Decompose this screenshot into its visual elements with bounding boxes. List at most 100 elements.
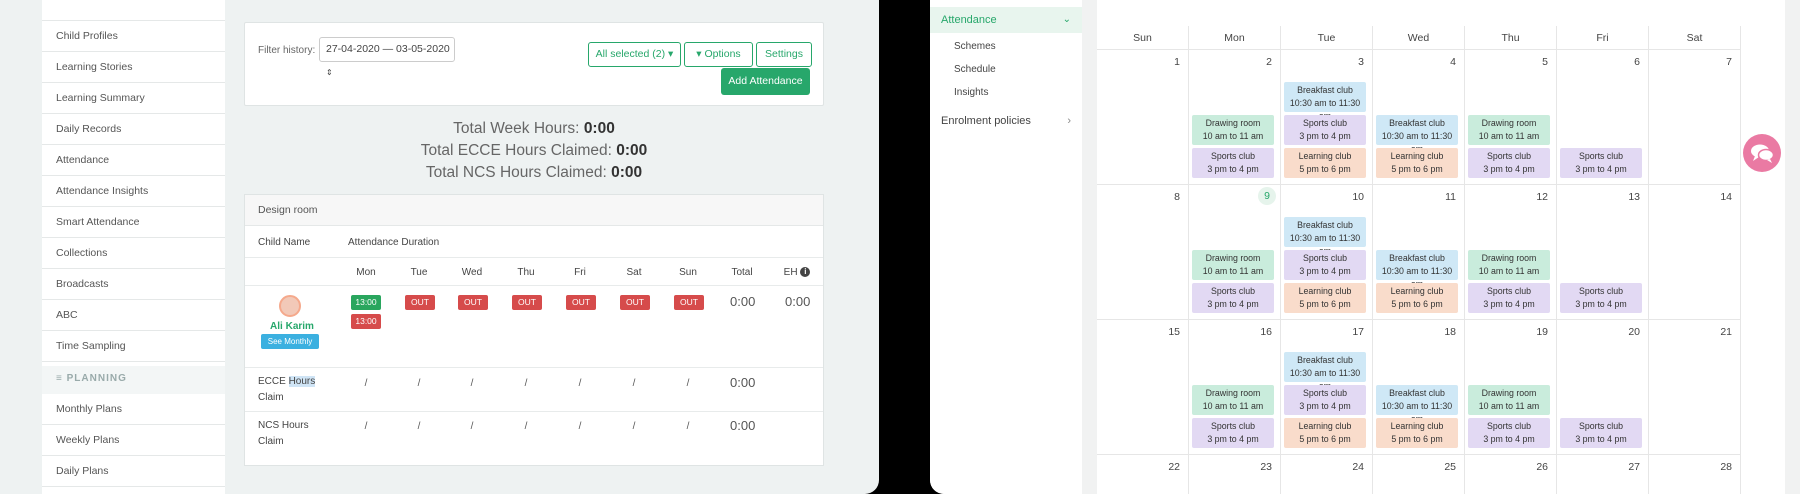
calendar-day-cell[interactable]: 5 Drawing room 10 am to 11 am Sports club 3 … — [1465, 50, 1557, 185]
event-drawing[interactable]: Drawing room 10 am to 11 am — [1468, 385, 1550, 415]
calendar-day-cell[interactable]: 19 Drawing room 10 am to 11 am Sports club 3… — [1465, 320, 1557, 455]
sidebar-item-broadcasts[interactable]: Broadcasts — [42, 269, 225, 300]
event-learning[interactable]: Learning club 5 pm to 6 pm — [1376, 283, 1458, 313]
ncs-fri[interactable]: / — [570, 421, 590, 432]
sidebar-item-daily-plans[interactable]: Daily Plans — [42, 456, 225, 487]
calendar-day-cell[interactable]: 15 — [1097, 320, 1189, 455]
sidebar-item-schedule[interactable]: Schedule — [954, 64, 996, 75]
event-sports[interactable]: Sports club 3 pm to 4 pm — [1468, 148, 1550, 178]
mon-in-time[interactable]: 13:00 — [351, 295, 381, 310]
sidebar-item-weekly-plans[interactable]: Weekly Plans — [42, 425, 225, 456]
event-sports[interactable]: Sports club 3 pm to 4 pm — [1560, 283, 1642, 313]
fri-out-badge[interactable]: OUT — [566, 295, 596, 310]
sidebar-item-child-profiles[interactable]: Child Profiles — [42, 21, 225, 52]
ncs-mon[interactable]: / — [356, 421, 376, 432]
event-drawing[interactable]: Drawing room 10 am to 11 am — [1192, 115, 1274, 145]
calendar-day-cell[interactable]: 21 — [1649, 320, 1741, 455]
calendar-day-cell[interactable]: 18 Breakfast club10:30 am to 11:30 amLear… — [1373, 320, 1465, 455]
thu-out-badge[interactable]: OUT — [512, 295, 542, 310]
ecce-sat[interactable]: / — [624, 378, 644, 389]
sidebar-item-attendance[interactable]: Attendance ⌄ — [930, 7, 1082, 33]
settings-button[interactable]: Settings — [756, 42, 812, 67]
event-drawing[interactable]: Drawing room 10 am to 11 am — [1468, 115, 1550, 145]
event-breakfast[interactable]: Breakfast club10:30 am to 11:30 am — [1284, 82, 1366, 121]
calendar-day-cell[interactable]: 6 Sports club 3 pm to 4 pm — [1557, 50, 1649, 185]
event-breakfast[interactable]: Breakfast club10:30 am to 11:30 am — [1376, 115, 1458, 154]
ecce-sun[interactable]: / — [678, 378, 698, 389]
calendar-day-cell[interactable]: 2 Drawing room 10 am to 11 am Sports club 3 … — [1189, 50, 1281, 185]
event-sports[interactable]: Sports club 3 pm to 4 pm — [1284, 115, 1366, 145]
event-breakfast[interactable]: Breakfast club10:30 am to 11:30 am — [1284, 217, 1366, 256]
calendar-day-cell[interactable]: 20 Sports club 3 pm to 4 pm — [1557, 320, 1649, 455]
sidebar-item-partial[interactable] — [42, 0, 225, 21]
calendar-day-cell[interactable]: 1 — [1097, 50, 1189, 185]
event-sports[interactable]: Sports club 3 pm to 4 pm — [1560, 418, 1642, 448]
calendar-day-cell[interactable]: 3 Breakfast club10:30 am to 11:30 amSport… — [1281, 50, 1373, 185]
calendar-day-cell[interactable]: 10 Breakfast club10:30 am to 11:30 amSpor… — [1281, 185, 1373, 320]
ecce-fri[interactable]: / — [570, 378, 590, 389]
sidebar-item-enrolment-policies[interactable]: Enrolment policies › — [941, 115, 1071, 127]
sidebar-item-attendance[interactable]: Attendance — [42, 145, 225, 176]
event-sports[interactable]: Sports club 3 pm to 4 pm — [1468, 418, 1550, 448]
ecce-mon[interactable]: / — [356, 378, 376, 389]
sat-out-badge[interactable]: OUT — [620, 295, 650, 310]
event-sports[interactable]: Sports club 3 pm to 4 pm — [1468, 283, 1550, 313]
sidebar-item-learning-stories[interactable]: Learning Stories — [42, 52, 225, 83]
ecce-tue[interactable]: / — [409, 378, 429, 389]
mon-out-time[interactable]: 13:00 — [351, 314, 381, 329]
sidebar-item-insights[interactable]: Insights — [954, 87, 988, 98]
event-learning[interactable]: Learning club 5 pm to 6 pm — [1376, 418, 1458, 448]
event-learning[interactable]: Learning club 5 pm to 6 pm — [1284, 418, 1366, 448]
calendar-day-cell[interactable]: 13 Sports club 3 pm to 4 pm — [1557, 185, 1649, 320]
sun-out-badge[interactable]: OUT — [674, 295, 704, 310]
calendar-day-cell[interactable]: 26 — [1465, 455, 1557, 494]
event-learning[interactable]: Learning club 5 pm to 6 pm — [1284, 283, 1366, 313]
ncs-wed[interactable]: / — [462, 421, 482, 432]
ncs-sat[interactable]: / — [624, 421, 644, 432]
calendar-day-cell[interactable]: 12 Drawing room 10 am to 11 am Sports club 3… — [1465, 185, 1557, 320]
tue-out-badge[interactable]: OUT — [405, 295, 435, 310]
calendar-day-cell[interactable]: 23 — [1189, 455, 1281, 494]
event-sports[interactable]: Sports club 3 pm to 4 pm — [1560, 148, 1642, 178]
event-sports[interactable]: Sports club 3 pm to 4 pm — [1192, 418, 1274, 448]
ncs-sun[interactable]: / — [678, 421, 698, 432]
wed-out-badge[interactable]: OUT — [458, 295, 488, 310]
event-learning[interactable]: Learning club 5 pm to 6 pm — [1284, 148, 1366, 178]
sidebar-item-time-sampling[interactable]: Time Sampling — [42, 331, 225, 362]
event-sports[interactable]: Sports club 3 pm to 4 pm — [1284, 385, 1366, 415]
event-sports[interactable]: Sports club 3 pm to 4 pm — [1284, 250, 1366, 280]
event-sports[interactable]: Sports club 3 pm to 4 pm — [1192, 283, 1274, 313]
options-button[interactable]: ▾ Options — [684, 42, 753, 67]
calendar-day-cell[interactable]: 4 Breakfast club10:30 am to 11:30 amLearn… — [1373, 50, 1465, 185]
event-learning[interactable]: Learning club 5 pm to 6 pm — [1376, 148, 1458, 178]
event-drawing[interactable]: Drawing room 10 am to 11 am — [1468, 250, 1550, 280]
event-breakfast[interactable]: Breakfast club10:30 am to 11:30 am — [1376, 250, 1458, 289]
event-breakfast[interactable]: Breakfast club10:30 am to 11:30 am — [1376, 385, 1458, 424]
ecce-wed[interactable]: / — [462, 378, 482, 389]
calendar-day-cell[interactable]: 16 Drawing room 10 am to 11 am Sports club 3… — [1189, 320, 1281, 455]
ncs-tue[interactable]: / — [409, 421, 429, 432]
calendar-day-cell[interactable]: 9 Drawing room 10 am to 11 am Sports club 3 … — [1189, 185, 1281, 320]
sidebar-item-smart-attendance[interactable]: Smart Attendance — [42, 207, 225, 238]
sidebar-item-collections[interactable]: Collections — [42, 238, 225, 269]
calendar-day-cell[interactable]: 25 — [1373, 455, 1465, 494]
calendar-day-cell[interactable]: 27 — [1557, 455, 1649, 494]
event-breakfast[interactable]: Breakfast club10:30 am to 11:30 am — [1284, 352, 1366, 391]
all-selected-dropdown[interactable]: All selected (2) ▾ — [588, 42, 681, 67]
calendar-day-cell[interactable]: 17 Breakfast club10:30 am to 11:30 amSpor… — [1281, 320, 1373, 455]
event-drawing[interactable]: Drawing room 10 am to 11 am — [1192, 385, 1274, 415]
see-monthly-button[interactable]: See Monthly — [261, 334, 319, 349]
sidebar-item-attendance-insights[interactable]: Attendance Insights — [42, 176, 225, 207]
calendar-day-cell[interactable]: 24 — [1281, 455, 1373, 494]
calendar-day-cell[interactable]: 22 — [1097, 455, 1189, 494]
event-drawing[interactable]: Drawing room 10 am to 11 am — [1192, 250, 1274, 280]
sidebar-item-daily-records[interactable]: Daily Records — [42, 114, 225, 145]
add-attendance-button[interactable]: Add Attendance — [721, 68, 810, 95]
sidebar-item-learning-summary[interactable]: Learning Summary — [42, 83, 225, 114]
calendar-day-cell[interactable]: 28 — [1649, 455, 1741, 494]
chat-icon[interactable] — [1743, 134, 1781, 172]
child-name[interactable]: Ali Karim — [264, 321, 320, 332]
ecce-thu[interactable]: / — [516, 378, 536, 389]
sidebar-item-monthly-plans[interactable]: Monthly Plans — [42, 394, 225, 425]
event-sports[interactable]: Sports club 3 pm to 4 pm — [1192, 148, 1274, 178]
